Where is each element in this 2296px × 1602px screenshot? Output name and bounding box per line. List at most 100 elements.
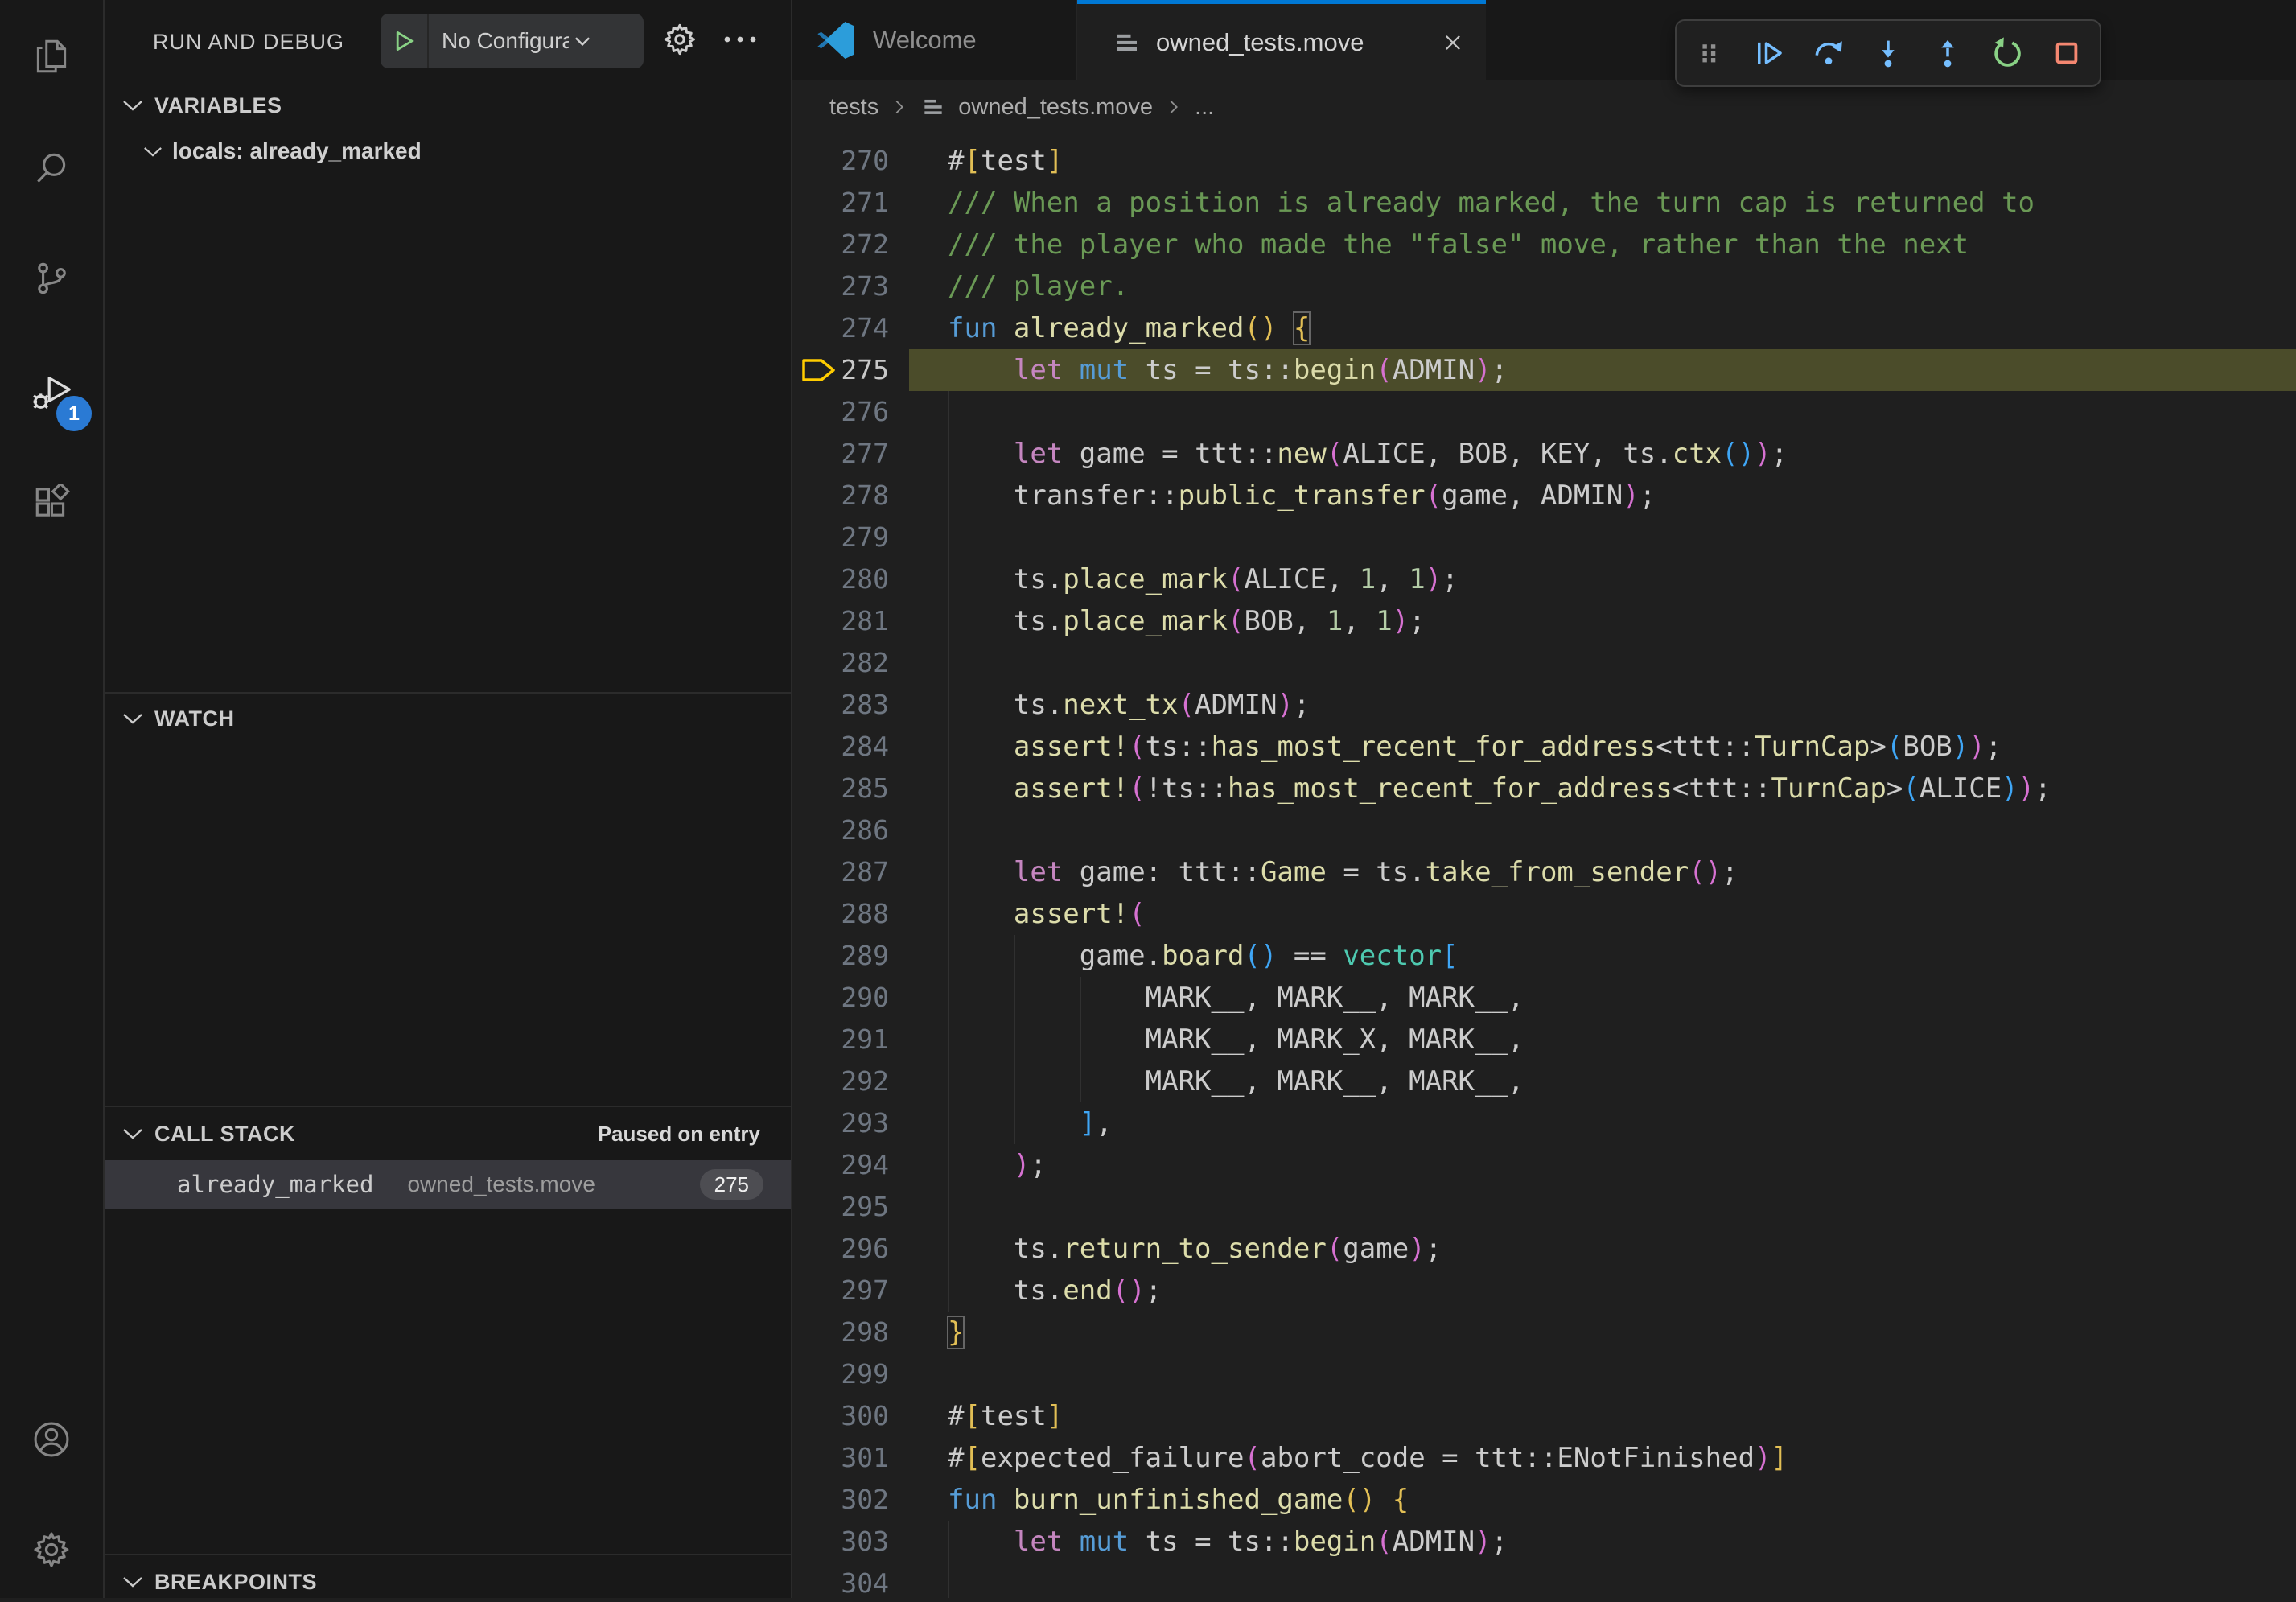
code-line[interactable]: 278 transfer::public_transfer(game, ADMI… (792, 475, 2296, 517)
line-number[interactable]: 302 (792, 1479, 889, 1521)
launch-config-control[interactable]: No Configura (381, 14, 644, 68)
code-line[interactable]: 272/// the player who made the "false" m… (792, 224, 2296, 266)
code-line[interactable]: 287 let game: ttt::Game = ts.take_from_s… (792, 851, 2296, 893)
code-line[interactable]: 270#[test] (792, 140, 2296, 182)
code-line[interactable]: 294 ); (792, 1144, 2296, 1186)
code-line[interactable]: 292 MARK__, MARK__, MARK__, (792, 1060, 2296, 1102)
code-line[interactable]: 288 assert!( (792, 893, 2296, 935)
section-variables[interactable]: VARIABLES (105, 85, 791, 126)
line-number[interactable]: 276 (792, 391, 889, 433)
line-number[interactable]: 290 (792, 977, 889, 1019)
tab-welcome[interactable]: Welcome (792, 0, 1077, 80)
line-number[interactable]: 295 (792, 1186, 889, 1228)
code-line[interactable]: 304 (792, 1563, 2296, 1598)
code-line[interactable]: 285 assert!(!ts::has_most_recent_for_add… (792, 768, 2296, 809)
restart-icon[interactable] (1990, 36, 2024, 70)
line-number[interactable]: 289 (792, 935, 889, 977)
more-actions-icon[interactable] (721, 29, 759, 50)
code-line[interactable]: 280 ts.place_mark(ALICE, 1, 1); (792, 558, 2296, 600)
line-number[interactable]: 271 (792, 182, 889, 224)
code-line[interactable]: 282 (792, 642, 2296, 684)
line-number[interactable]: 274 (792, 307, 889, 349)
line-number[interactable]: 297 (792, 1270, 889, 1312)
line-number[interactable]: 291 (792, 1019, 889, 1060)
code-line[interactable]: 303 let mut ts = ts::begin(ADMIN); (792, 1521, 2296, 1563)
activity-search[interactable] (0, 130, 103, 207)
line-number[interactable]: 298 (792, 1312, 889, 1353)
variables-scope-row[interactable]: locals: already_marked (105, 130, 791, 172)
line-number[interactable]: 300 (792, 1395, 889, 1437)
gripper-icon[interactable] (1693, 36, 1726, 70)
start-debug-button[interactable] (381, 14, 429, 68)
breadcrumb-symbol[interactable]: ... (1195, 94, 1214, 121)
code-line[interactable]: 296 ts.return_to_sender(game); (792, 1228, 2296, 1270)
code-line[interactable]: 293 ], (792, 1102, 2296, 1144)
line-number[interactable]: 277 (792, 433, 889, 475)
line-number[interactable]: 283 (792, 684, 889, 726)
code-line[interactable]: 283 ts.next_tx(ADMIN); (792, 684, 2296, 726)
line-number[interactable]: 286 (792, 809, 889, 851)
code-editor[interactable]: 270#[test]271/// When a position is alre… (792, 134, 2296, 1598)
continue-icon[interactable] (1752, 36, 1786, 70)
breadcrumb-folder[interactable]: tests (829, 94, 878, 121)
breadcrumb-file[interactable]: owned_tests.move (958, 94, 1153, 121)
line-number[interactable]: 272 (792, 224, 889, 266)
line-number[interactable]: 284 (792, 726, 889, 768)
code-line[interactable]: 300#[test] (792, 1395, 2296, 1437)
section-breakpoints[interactable]: BREAKPOINTS (105, 1562, 791, 1602)
code-line[interactable]: 302fun burn_unfinished_game() { (792, 1479, 2296, 1521)
step-over-icon[interactable] (1812, 36, 1845, 70)
close-icon[interactable] (1441, 31, 1465, 55)
activity-explorer[interactable] (0, 18, 103, 95)
line-number[interactable]: 281 (792, 600, 889, 642)
step-into-icon[interactable] (1871, 36, 1905, 70)
activity-accounts[interactable] (0, 1401, 103, 1478)
line-number[interactable]: 301 (792, 1437, 889, 1479)
section-call-stack[interactable]: CALL STACK Paused on entry (105, 1114, 791, 1154)
step-out-icon[interactable] (1931, 36, 1965, 70)
code-line[interactable]: 299 (792, 1353, 2296, 1395)
code-line[interactable]: 273/// player. (792, 266, 2296, 307)
line-number[interactable]: 287 (792, 851, 889, 893)
activity-source-control[interactable] (0, 240, 103, 317)
activity-run-and-debug[interactable]: 1 (0, 354, 103, 431)
line-number[interactable]: 288 (792, 893, 889, 935)
line-number[interactable]: 275 (792, 349, 889, 391)
code-line[interactable]: 274fun already_marked() { (792, 307, 2296, 349)
section-watch[interactable]: WATCH (105, 698, 791, 739)
line-number[interactable]: 279 (792, 517, 889, 558)
code-line[interactable]: 279 (792, 517, 2296, 558)
code-line[interactable]: 289 game.board() == vector[ (792, 935, 2296, 977)
code-line[interactable]: 281 ts.place_mark(BOB, 1, 1); (792, 600, 2296, 642)
line-number[interactable]: 282 (792, 642, 889, 684)
code-line[interactable]: 276 (792, 391, 2296, 433)
code-line[interactable]: 271/// When a position is already marked… (792, 182, 2296, 224)
code-line[interactable]: 275 let mut ts = ts::begin(ADMIN); (792, 349, 2296, 391)
code-line[interactable]: 291 MARK__, MARK_X, MARK__, (792, 1019, 2296, 1060)
code-line[interactable]: 286 (792, 809, 2296, 851)
code-line[interactable]: 284 assert!(ts::has_most_recent_for_addr… (792, 726, 2296, 768)
activity-settings[interactable] (0, 1511, 103, 1588)
line-number[interactable]: 278 (792, 475, 889, 517)
code-line[interactable]: 295 (792, 1186, 2296, 1228)
config-dropdown-label[interactable]: No Configura (442, 28, 569, 54)
line-number[interactable]: 294 (792, 1144, 889, 1186)
line-number[interactable]: 304 (792, 1563, 889, 1598)
debug-settings-gear-icon[interactable] (661, 21, 698, 58)
stop-icon[interactable] (2050, 36, 2084, 70)
activity-extensions[interactable] (0, 465, 103, 542)
line-number[interactable]: 296 (792, 1228, 889, 1270)
line-number[interactable]: 270 (792, 140, 889, 182)
line-number[interactable]: 293 (792, 1102, 889, 1144)
code-line[interactable]: 290 MARK__, MARK__, MARK__, (792, 977, 2296, 1019)
line-number[interactable]: 273 (792, 266, 889, 307)
code-line[interactable]: 298} (792, 1312, 2296, 1353)
code-line[interactable]: 297 ts.end(); (792, 1270, 2296, 1312)
line-number[interactable]: 299 (792, 1353, 889, 1395)
line-number[interactable]: 303 (792, 1521, 889, 1563)
line-number[interactable]: 292 (792, 1060, 889, 1102)
tab-owned-tests[interactable]: owned_tests.move (1077, 0, 1486, 80)
call-stack-frame[interactable]: already_marked owned_tests.move 275 (105, 1160, 791, 1209)
line-number[interactable]: 285 (792, 768, 889, 809)
line-number[interactable]: 280 (792, 558, 889, 600)
